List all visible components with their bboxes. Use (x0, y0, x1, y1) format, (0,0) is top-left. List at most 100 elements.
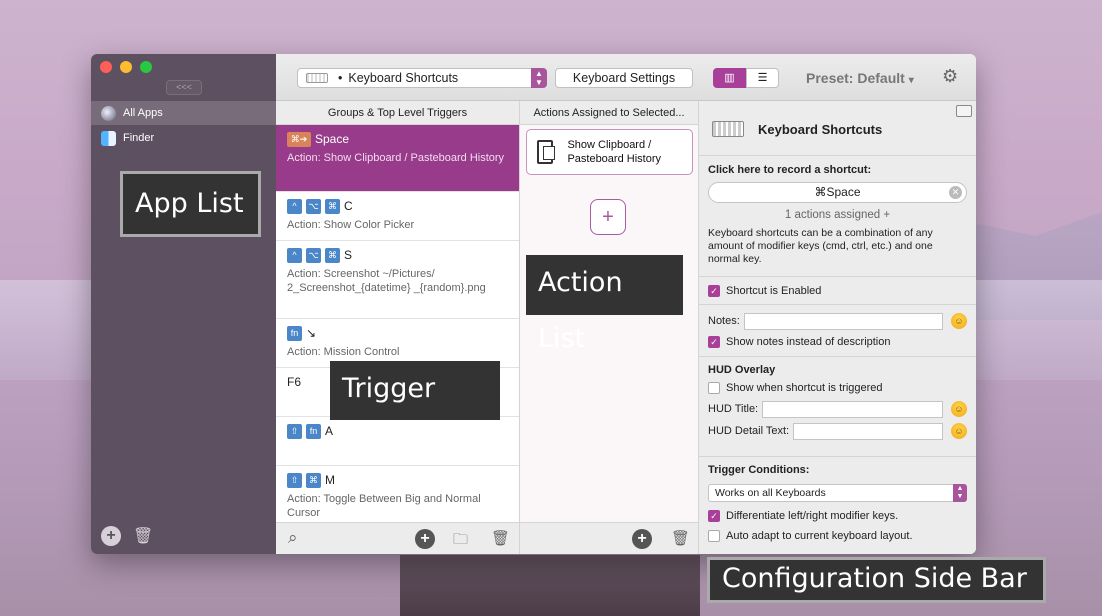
window-icon[interactable] (956, 105, 972, 117)
ctrl-key-icon: ^ (287, 247, 302, 263)
option-key-icon: ⌥ (306, 247, 321, 263)
gear-icon[interactable]: ⚙ (942, 66, 958, 87)
hud-overlay-header: HUD Overlay (708, 364, 776, 376)
trigger-list-annotation: Trigger List (330, 361, 500, 460)
view-mode-toggle: ▥ ☰ (713, 68, 779, 88)
trigger-key: ↘ (306, 326, 317, 340)
trigger-row[interactable]: ^ ⌥ ⌘ C Action: Show Color Picker (276, 192, 519, 241)
trigger-row[interactable]: ⌘➔ Space Action: Show Clipboard / Pastebo… (276, 125, 519, 192)
actions-assigned-count[interactable]: 1 actions assigned + (708, 209, 967, 221)
enabled-section: ✓ Shortcut is Enabled (699, 277, 976, 305)
checkbox-unchecked-icon (708, 382, 720, 394)
trigger-list-footer: ⌕ + 🗀 🗑 (276, 522, 520, 554)
trigger-key: C (344, 199, 353, 213)
trigger-action: Action: Toggle Between Big and Normal Cu… (287, 493, 481, 519)
keyboard-icon (306, 73, 328, 83)
configuration-sidebar-annotation: Configuration Side Bar (707, 557, 1046, 603)
trigger-key: Space (315, 132, 350, 146)
shortcut-recorder-field[interactable]: ⌘Space ✕ (708, 182, 967, 203)
trigger-list: ⌘➔ Space Action: Show Clipboard / Pastebo… (276, 125, 520, 522)
sidebar-footer: + 🗑 (101, 526, 153, 546)
emoji-picker-icon[interactable]: ☺ (951, 401, 967, 417)
keyboard-condition-select[interactable]: Works on all Keyboards ▲ ▼ (708, 484, 967, 502)
clipboard-icon (537, 140, 556, 164)
close-window-button[interactable] (100, 61, 112, 73)
configuration-sidebar: Keyboard Shortcuts Click here to record … (699, 101, 976, 554)
toolbar: • Keyboard Shortcuts ▲ ▼ Keyboard Setting… (276, 54, 976, 101)
keyboard-settings-button[interactable]: Keyboard Settings (555, 68, 693, 88)
clear-icon[interactable]: ✕ (949, 186, 962, 199)
checkbox-unchecked-icon (708, 530, 720, 542)
minimize-window-button[interactable] (120, 61, 132, 73)
trigger-action: Action: Show Clipboard / Pasteboard Hist… (287, 152, 505, 164)
add-action-button[interactable]: + (590, 199, 626, 235)
emoji-picker-icon[interactable]: ☺ (951, 423, 967, 439)
hud-detail-input[interactable] (793, 422, 943, 440)
chevron-updown-icon: ▲ ▼ (953, 484, 967, 502)
zoom-window-button[interactable] (140, 61, 152, 73)
trigger-key: M (325, 473, 335, 487)
action-list-annotation: Action List (526, 255, 683, 354)
config-header: Keyboard Shortcuts (699, 101, 976, 156)
app-item-all-apps[interactable]: All Apps (91, 101, 276, 125)
trigger-row[interactable]: ⇧ fn A (276, 417, 519, 466)
notes-input[interactable] (743, 312, 943, 330)
shortcut-recorder-section: Click here to record a shortcut: ⌘Space … (699, 156, 976, 277)
checkbox-label: Shortcut is Enabled (726, 285, 822, 297)
differentiate-modifiers-checkbox[interactable]: ✓ Differentiate left/right modifier keys… (708, 506, 967, 526)
app-item-finder[interactable]: Finder (91, 126, 276, 150)
show-notes-checkbox[interactable]: ✓ Show notes instead of description (708, 332, 967, 352)
trigger-row[interactable]: ⇧ ⌘ M Action: Toggle Between Big and Norma… (276, 466, 519, 522)
add-action-button[interactable]: + (632, 529, 652, 549)
search-icon[interactable]: ⌕ (288, 528, 298, 548)
hud-detail-label: HUD Detail Text: (708, 425, 790, 437)
checkbox-checked-icon: ✓ (708, 285, 720, 297)
add-app-button[interactable]: + (101, 526, 121, 546)
trigger-conditions-section: Trigger Conditions: Works on all Keyboar… (699, 457, 976, 554)
hud-show-checkbox[interactable]: Show when shortcut is triggered (708, 378, 967, 398)
shift-key-icon: ⇧ (287, 472, 302, 488)
trigger-row[interactable]: ^ ⌥ ⌘ S Action: Screenshot ~/Pictures/ 2_Sc… (276, 241, 519, 319)
trigger-key: F6 (287, 375, 302, 389)
add-trigger-button[interactable]: + (415, 529, 435, 549)
emoji-picker-icon[interactable]: ☺ (951, 313, 967, 329)
list-view-icon[interactable]: ☰ (746, 68, 779, 88)
checkbox-label: Auto adapt to current keyboard layout. (726, 530, 913, 542)
action-label: Show Clipboard / Pasteboard History (567, 139, 661, 165)
hud-title-label: HUD Title: (708, 403, 759, 415)
trash-icon[interactable]: 🗑 (491, 529, 510, 547)
collapse-sidebar-button[interactable]: <<< (166, 80, 202, 95)
hud-title-input[interactable] (762, 400, 943, 418)
cmd-key-icon: ⌘➔ (287, 131, 311, 147)
notes-section: Notes: ☺ ✓ Show notes instead of descrip… (699, 305, 976, 357)
chevron-updown-icon: ▲ ▼ (531, 68, 547, 88)
cmd-key-icon: ⌘ (325, 247, 340, 263)
trigger-action: Action: Show Color Picker (287, 219, 415, 231)
trash-icon[interactable]: 🗑 (671, 529, 690, 547)
action-list-footer: + 🗑 (520, 522, 699, 554)
action-item[interactable]: Show Clipboard / Pasteboard History (526, 129, 693, 175)
window-controls (100, 61, 152, 73)
app-list-annotation: App List (120, 171, 261, 237)
app-item-label: Finder (123, 132, 155, 144)
columns-view-icon[interactable]: ▥ (713, 68, 746, 88)
add-folder-icon[interactable]: 🗀 (453, 529, 468, 554)
cmd-key-icon: ⌘ (325, 198, 340, 214)
dropdown-value: Keyboard Shortcuts (348, 71, 459, 85)
trigger-type-dropdown[interactable]: • Keyboard Shortcuts ▲ ▼ (297, 68, 547, 88)
ctrl-key-icon: ^ (287, 198, 302, 214)
trigger-list-header: Groups & Top Level Triggers (276, 101, 520, 125)
shortcut-description: Keyboard shortcuts can be a combination … (708, 227, 933, 265)
chevron-down-icon: ▾ (908, 75, 914, 86)
trigger-key: S (344, 248, 353, 262)
action-list-header: Actions Assigned to Selected... (520, 101, 699, 125)
preset-selector[interactable]: Preset: Default ▾ (806, 70, 914, 86)
trash-icon[interactable]: 🗑 (133, 526, 153, 546)
auto-adapt-checkbox[interactable]: Auto adapt to current keyboard layout. (708, 526, 967, 546)
shortcut-enabled-checkbox[interactable]: ✓ Shortcut is Enabled (708, 281, 967, 301)
cmd-key-icon: ⌘ (306, 472, 321, 488)
globe-icon (101, 105, 116, 121)
background-shore (400, 555, 700, 616)
app-sidebar: <<< All Apps Finder + 🗑 (91, 54, 276, 554)
trigger-key: A (325, 424, 334, 438)
